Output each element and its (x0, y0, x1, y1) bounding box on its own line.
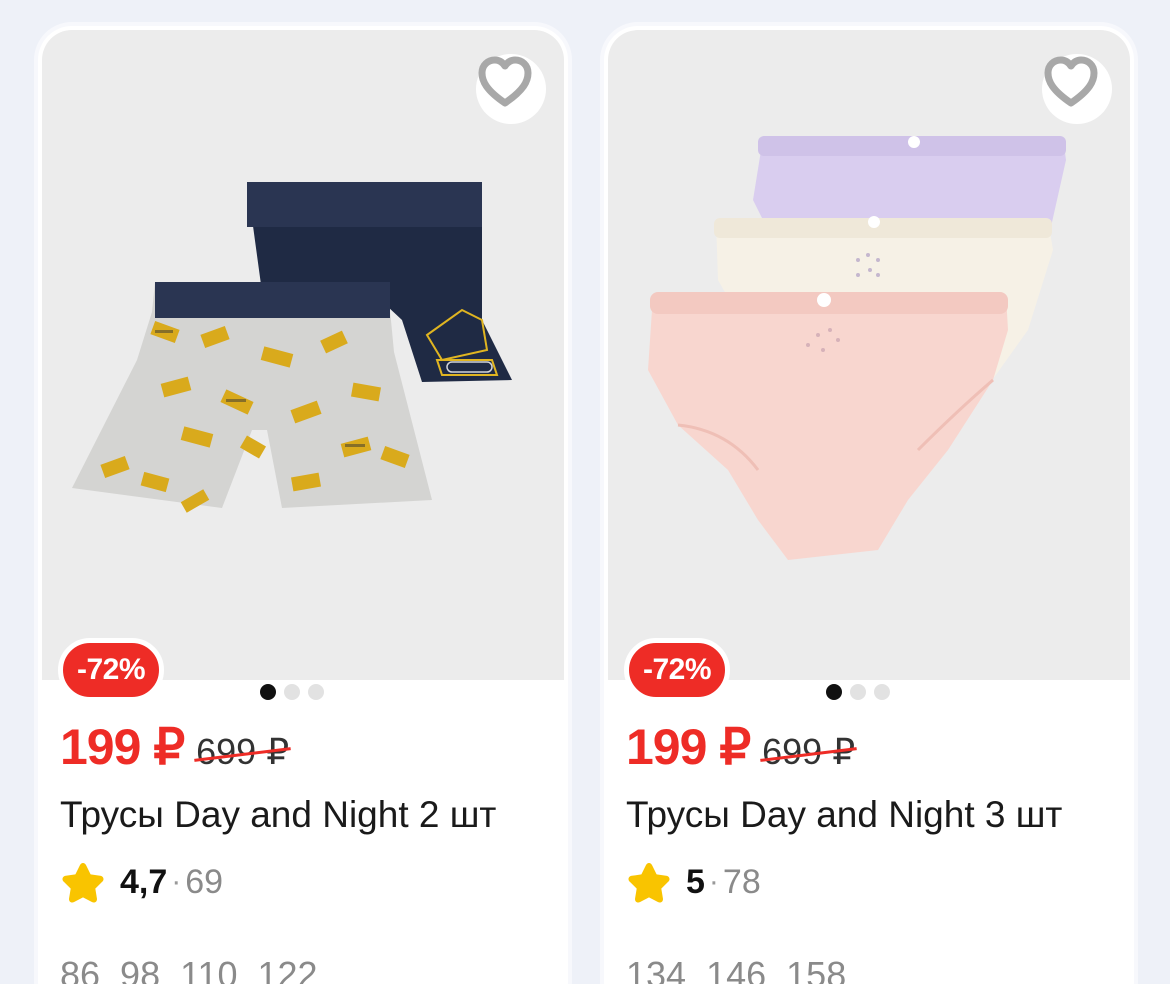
review-count: 78 (722, 862, 761, 901)
favorite-button[interactable] (1042, 54, 1112, 124)
favorite-button[interactable] (476, 54, 546, 124)
size-option: 110 (180, 954, 238, 984)
product-card[interactable]: -72% 199 ₽ 699 ₽ Трусы Day and Night 3 ш… (604, 26, 1134, 984)
pagination-dot-active[interactable] (260, 684, 276, 700)
size-option: 134 (626, 954, 687, 984)
price-row: 199 ₽ 699 ₽ (626, 718, 855, 776)
review-count: 69 (185, 862, 224, 901)
old-price: 699 ₽ (196, 731, 290, 772)
size-option: 98 (120, 954, 161, 984)
old-price: 699 ₽ (762, 731, 856, 772)
rating-separator: · (708, 865, 719, 898)
size-option: 158 (786, 954, 847, 984)
product-image[interactable] (42, 30, 564, 680)
image-pagination (826, 684, 890, 700)
pagination-dot[interactable] (874, 684, 890, 700)
current-price: 199 ₽ (60, 719, 185, 775)
pagination-dot[interactable] (284, 684, 300, 700)
pagination-dot[interactable] (308, 684, 324, 700)
rating[interactable]: 5 · 78 (626, 860, 761, 904)
heart-outline-icon (1044, 56, 1098, 107)
rating[interactable]: 4,7 · 69 (60, 860, 223, 904)
price-row: 199 ₽ 699 ₽ (60, 718, 289, 776)
rating-score: 4,7 (120, 862, 168, 901)
product-title[interactable]: Трусы Day and Night 2 шт (60, 794, 496, 836)
product-image[interactable] (608, 30, 1130, 680)
star-icon (62, 863, 104, 903)
size-option: 122 (257, 954, 318, 984)
rating-separator: · (171, 865, 182, 898)
pagination-dot-active[interactable] (826, 684, 842, 700)
heart-outline-icon (478, 56, 532, 107)
size-list: 86 98 110 122 (60, 954, 318, 984)
image-pagination (260, 684, 324, 700)
star-icon (628, 863, 670, 903)
size-option: 146 (706, 954, 767, 984)
product-title[interactable]: Трусы Day and Night 3 шт (626, 794, 1062, 836)
size-list: 134 146 158 (626, 954, 846, 984)
pagination-dot[interactable] (850, 684, 866, 700)
size-option: 86 (60, 954, 101, 984)
discount-badge: -72% (58, 638, 165, 702)
current-price: 199 ₽ (626, 719, 751, 775)
product-card[interactable]: -72% 199 ₽ 699 ₽ Трусы Day and Night 2 ш… (38, 26, 568, 984)
discount-badge: -72% (624, 638, 731, 702)
rating-score: 5 (686, 862, 705, 901)
